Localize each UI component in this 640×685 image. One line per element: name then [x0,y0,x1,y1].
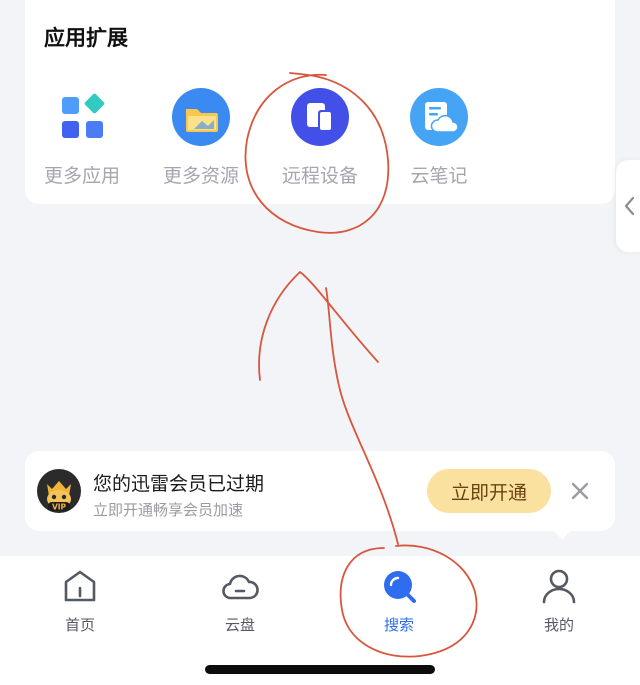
side-drawer-handle[interactable] [616,160,640,252]
vip-expired-banner: VIP 您的迅雷会员已过期 立即开通畅享会员加速 立即开通 [25,451,615,540]
cloud-note-icon [410,88,468,146]
app-label: 云笔记 [410,165,468,187]
cloud-drive-icon [222,574,259,600]
chevron-left-icon [624,196,635,216]
user-icon [542,569,576,604]
tab-search[interactable]: 搜索 [349,568,449,635]
app-label: 远程设备 [281,165,358,187]
app-item-cloud-note[interactable]: 云笔记 [384,88,494,188]
section-title: 应用扩展 [44,26,128,50]
search-icon [384,571,416,603]
tab-home[interactable]: 首页 [30,568,130,635]
app-item-more-resources[interactable]: 更多资源 [146,88,256,188]
open-vip-button[interactable]: 立即开通 [427,469,551,513]
tab-label: 首页 [64,616,95,634]
folder-resources-icon [172,88,230,146]
close-icon[interactable] [568,479,592,503]
tab-label: 搜索 [383,616,414,634]
tab-label: 云盘 [224,616,255,634]
home-icon [64,570,96,602]
remote-device-icon [291,88,349,146]
app-label: 更多资源 [162,165,239,187]
app-label: 更多应用 [43,165,120,187]
app-extensions-card: 应用扩展 更多应用 更多资源 远程设备 云笔记 [25,0,615,204]
home-indicator [205,665,435,674]
grid-apps-icon [53,88,111,146]
vip-banner-subtitle: 立即开通畅享会员加速 [93,501,244,519]
app-item-remote-device[interactable]: 远程设备 [265,88,375,188]
tab-label: 我的 [543,616,574,634]
vip-badge: VIP [52,503,67,512]
tab-cloud-drive[interactable]: 云盘 [190,568,290,635]
vip-banner-title: 您的迅雷会员已过期 [93,473,265,495]
vip-mascot-avatar: VIP [37,469,81,513]
app-item-more-apps[interactable]: 更多应用 [27,88,137,188]
tab-profile[interactable]: 我的 [509,568,609,635]
